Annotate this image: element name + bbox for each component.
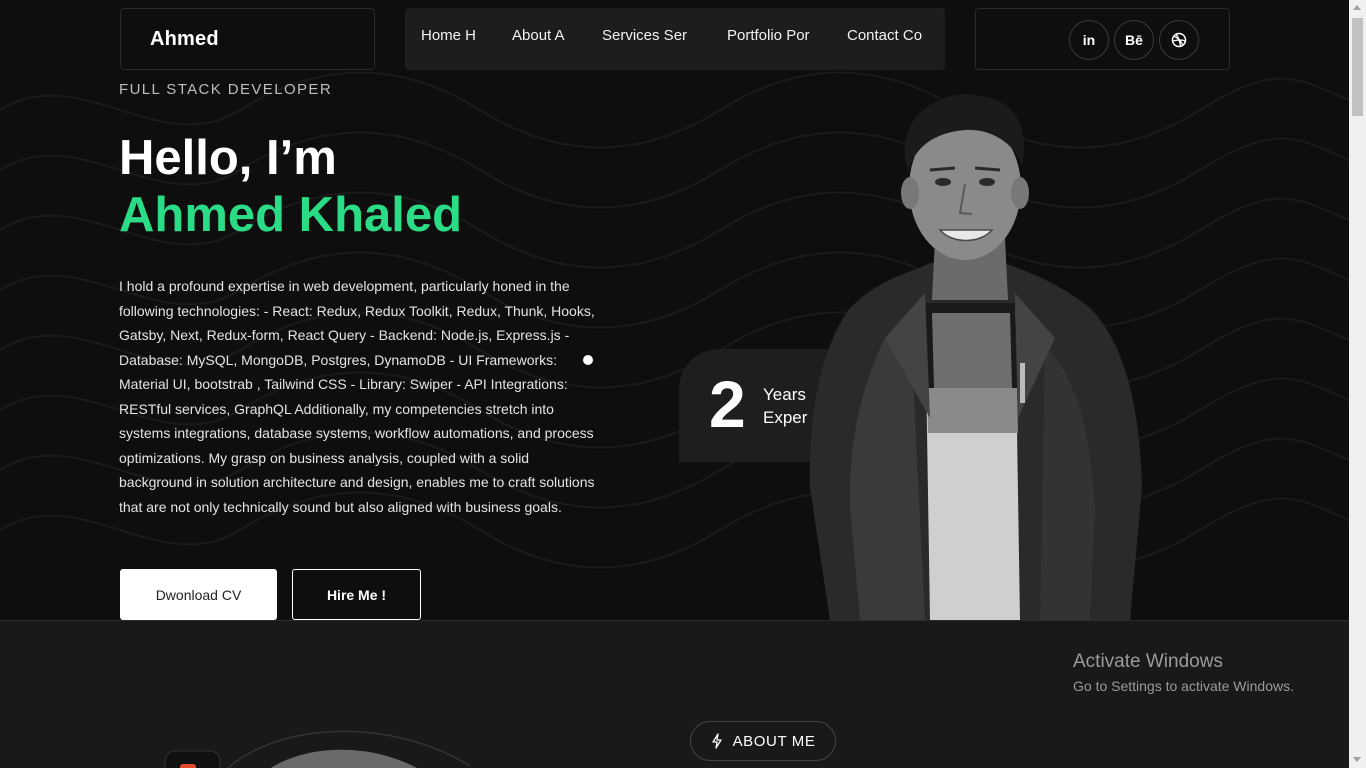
scroll-down-arrow-icon[interactable] (1353, 757, 1361, 762)
hire-me-button[interactable]: Hire Me ! (292, 569, 421, 620)
nav-about[interactable]: About A (512, 27, 565, 44)
dribbble-glyph (1171, 32, 1187, 48)
about-image-decoration (164, 730, 471, 768)
activate-windows-watermark: Activate Windows Go to Settings to activ… (1073, 651, 1294, 694)
experience-number: 2 (709, 367, 746, 441)
cursor-dot (583, 355, 593, 365)
brand-box: Ahmed (120, 8, 375, 70)
nav-services[interactable]: Services Ser (602, 27, 687, 44)
main-nav: Home H About A Services Ser Portfolio Po… (405, 8, 945, 70)
scroll-up-arrow-icon[interactable] (1353, 5, 1361, 10)
nav-portfolio[interactable]: Portfolio Por (727, 27, 810, 44)
activate-windows-title: Activate Windows (1073, 651, 1223, 672)
hero-section: Ahmed Home H About A Services Ser Portfo… (0, 0, 1349, 620)
lightning-icon (711, 733, 722, 749)
about-me-badge: ABOUT ME (690, 721, 836, 761)
hero-name: Ahmed Khaled (119, 188, 463, 242)
dribbble-icon[interactable] (1159, 20, 1199, 60)
download-cv-button[interactable]: Dwonload CV (120, 569, 277, 620)
behance-icon[interactable]: Bē (1114, 20, 1154, 60)
page-scrollbar[interactable] (1349, 0, 1366, 768)
linkedin-icon[interactable]: in (1069, 20, 1109, 60)
scrollbar-thumb[interactable] (1352, 18, 1363, 116)
site-logo[interactable]: Ahmed (150, 28, 219, 51)
nav-contact[interactable]: Contact Co (847, 27, 922, 44)
nav-home[interactable]: Home H (421, 27, 476, 44)
role-label: FULL STACK DEVELOPER (119, 81, 333, 98)
activate-windows-subtitle: Go to Settings to activate Windows. (1073, 678, 1294, 694)
about-section: ABOUT ME Activate Windows Go to Settings… (0, 620, 1349, 768)
hero-greeting: Hello, I’m (119, 131, 337, 185)
profile-portrait (809, 94, 1142, 620)
about-me-label: ABOUT ME (732, 732, 816, 750)
social-links: in Bē (975, 8, 1230, 70)
hero-bio: I hold a profound expertise in web devel… (119, 278, 595, 515)
